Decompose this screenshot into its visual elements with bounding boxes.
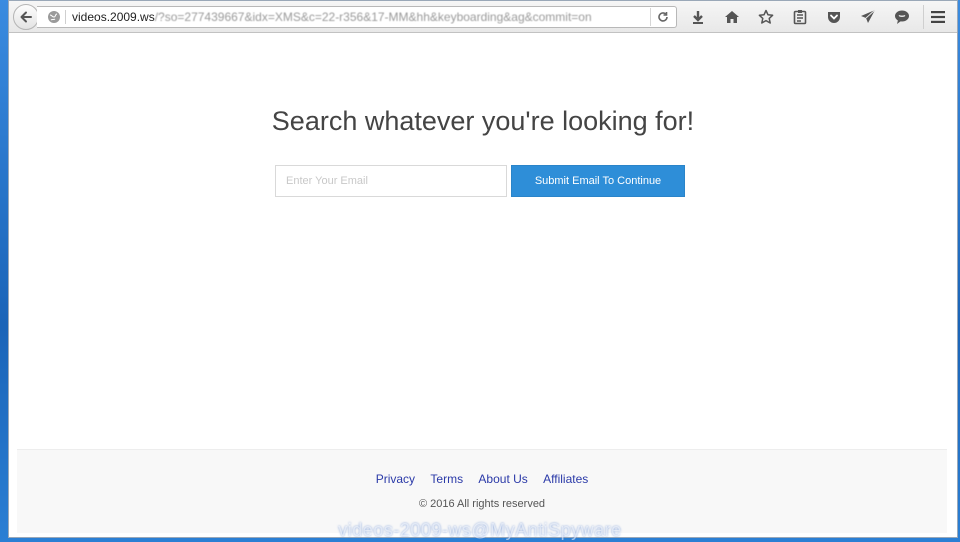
back-arrow-icon	[20, 11, 32, 23]
page-headline: Search whatever you're looking for!	[271, 106, 695, 136]
url-path: /?so=277439667&idx=XMS&c=22-r356&17-MM&h…	[154, 10, 592, 24]
address-bar[interactable]: videos.2009.ws/?so=277439667&idx=XMS&c=2…	[37, 6, 677, 28]
email-input[interactable]	[275, 165, 507, 197]
reading-list-icon	[793, 10, 807, 25]
download-icon	[693, 11, 703, 24]
reload-icon	[657, 12, 668, 22]
footer-link-about-us[interactable]: About Us	[478, 472, 527, 486]
browser-window: videos.2009.ws/?so=277439667&idx=XMS&c=2…	[8, 0, 958, 538]
home-icon	[725, 11, 739, 23]
back-button[interactable]	[13, 4, 39, 30]
url-host: videos.2009.ws	[72, 10, 155, 24]
footer-link-affiliates[interactable]: Affiliates	[543, 472, 588, 486]
send-button[interactable]	[851, 1, 885, 33]
submit-email-button[interactable]: Submit Email To Continue	[511, 165, 685, 197]
url-text[interactable]: videos.2009.ws/?so=277439667&idx=XMS&c=2…	[72, 10, 632, 24]
page-content: Search whatever you're looking for! Subm…	[9, 34, 957, 449]
footer-link-privacy[interactable]: Privacy	[376, 472, 415, 486]
watermark-text: videos-2009-ws@MyAntiSpyware	[338, 520, 622, 540]
browser-toolbar: videos.2009.ws/?so=277439667&idx=XMS&c=2…	[9, 1, 957, 33]
footer-links: Privacy Terms About Us Affiliates	[17, 472, 947, 486]
footer-link-terms[interactable]: Terms	[430, 472, 463, 486]
home-button[interactable]	[715, 1, 749, 33]
star-icon	[758, 9, 774, 24]
reading-list-button[interactable]	[783, 1, 817, 33]
send-icon	[861, 9, 876, 23]
globe-icon	[48, 11, 60, 23]
toolbar-icons	[681, 1, 919, 33]
pocket-icon	[828, 12, 840, 23]
chat-icon	[895, 10, 909, 24]
pocket-button[interactable]	[817, 1, 851, 33]
copyright-text: © 2016 All rights reserved	[418, 498, 546, 510]
download-button[interactable]	[681, 1, 715, 33]
url-separator	[65, 10, 66, 24]
bookmark-star-button[interactable]	[749, 1, 783, 33]
chat-button[interactable]	[885, 1, 919, 33]
menu-button[interactable]	[923, 5, 951, 29]
hamburger-menu-icon	[930, 11, 945, 23]
reload-button[interactable]	[650, 8, 674, 26]
